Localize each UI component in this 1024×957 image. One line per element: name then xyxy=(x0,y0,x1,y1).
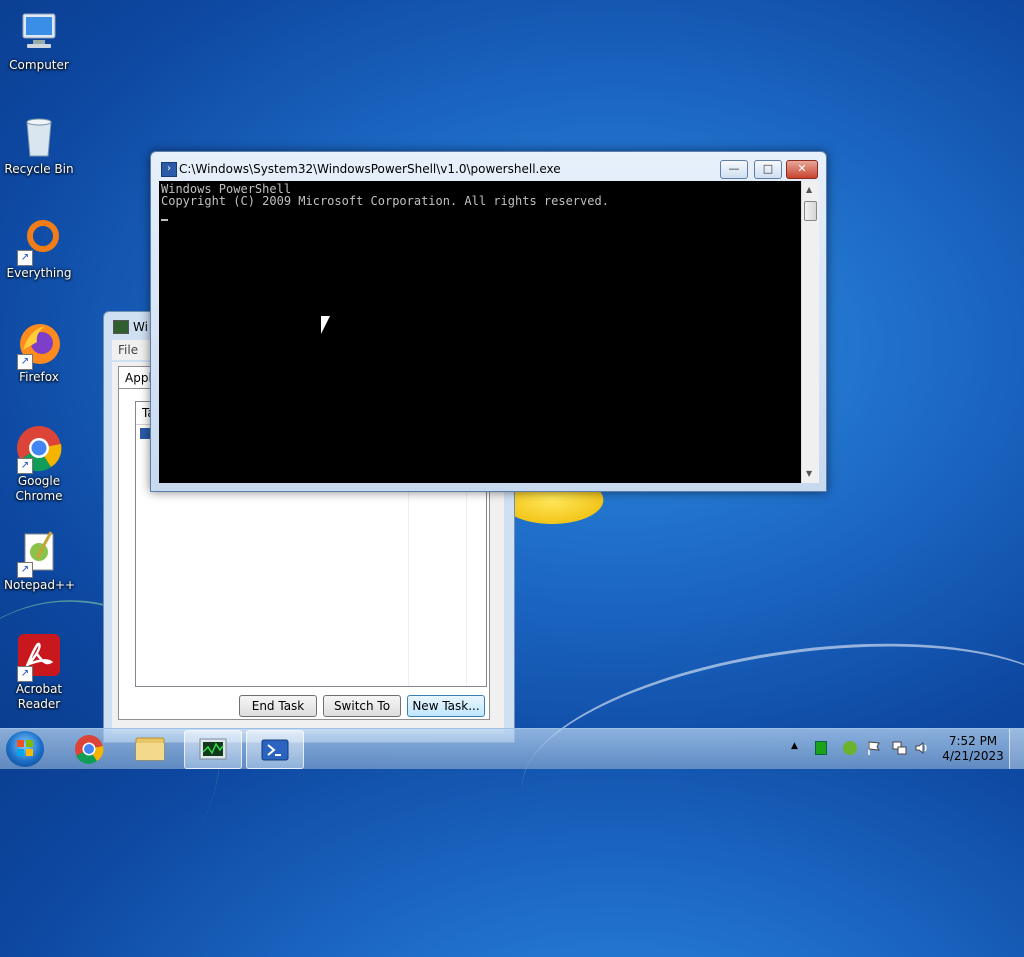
end-task-button[interactable]: End Task xyxy=(239,695,317,717)
task-manager-icon xyxy=(113,320,129,334)
recycle-bin-icon xyxy=(15,112,63,160)
tray-security-icon[interactable] xyxy=(843,741,857,755)
desktop-icon-label: Everything xyxy=(6,266,72,280)
console-line: Copyright (C) 2009 Microsoft Corporation… xyxy=(161,194,609,208)
shortcut-arrow-icon: ↗ xyxy=(17,562,33,578)
taskbar-task-manager[interactable] xyxy=(184,730,242,769)
desktop-icon-firefox[interactable]: ↗ Firefox xyxy=(4,320,74,385)
clock-date: 4/21/2023 xyxy=(942,749,1004,763)
desktop-icon-label: Notepad++ xyxy=(4,578,76,592)
tray-volume-icon[interactable] xyxy=(914,740,930,759)
shortcut-arrow-icon: ↗ xyxy=(17,666,33,682)
show-desktop-button[interactable] xyxy=(1009,729,1024,769)
tray-chevron-icon[interactable]: ▲ xyxy=(791,741,798,751)
maximize-button[interactable]: □ xyxy=(754,160,782,179)
shortcut-arrow-icon: ↗ xyxy=(17,458,33,474)
menu-file[interactable]: File xyxy=(118,343,138,357)
powershell-icon xyxy=(261,739,289,761)
chrome-icon: ↗ xyxy=(15,424,63,474)
notepadpp-icon: ↗ xyxy=(15,528,63,578)
scrollbar-thumb[interactable] xyxy=(804,201,817,221)
desktop-icon-label: Recycle Bin xyxy=(4,162,74,176)
acrobat-icon: ↗ xyxy=(15,632,63,682)
chrome-icon xyxy=(75,735,104,764)
scroll-down-arrow-icon[interactable]: ▼ xyxy=(806,469,812,478)
new-task-button[interactable]: New Task... xyxy=(407,695,485,717)
console-area[interactable]: Windows PowerShell Copyright (C) 2009 Mi… xyxy=(159,181,801,483)
clock-time: 7:52 PM xyxy=(948,734,998,748)
task-manager-icon xyxy=(199,738,227,760)
task-manager-title: Wi xyxy=(133,320,148,334)
taskbar: ▲ 7:52 PM 4/21/2023 xyxy=(0,728,1024,769)
start-button[interactable] xyxy=(6,731,44,767)
desktop-icon-label: Acrobat Reader xyxy=(15,682,63,711)
folder-icon xyxy=(135,737,165,761)
desktop-icon-computer[interactable]: Computer xyxy=(4,8,74,73)
desktop-icon-everything[interactable]: ↗ Everything xyxy=(4,216,74,281)
scroll-up-arrow-icon[interactable]: ▲ xyxy=(806,185,812,194)
powershell-title: C:\Windows\System32\WindowsPowerShell\v1… xyxy=(179,162,561,176)
firefox-icon: ↗ xyxy=(15,320,63,370)
tray-monitor-icon[interactable] xyxy=(815,741,827,755)
powershell-window[interactable]: › C:\Windows\System32\WindowsPowerShell\… xyxy=(150,151,827,492)
windows-logo-icon xyxy=(17,740,33,756)
tray-network-icon[interactable] xyxy=(891,740,907,759)
computer-icon xyxy=(15,8,63,56)
switch-to-button[interactable]: Switch To xyxy=(323,695,401,717)
everything-icon: ↗ xyxy=(15,216,63,266)
tray-flag-icon[interactable] xyxy=(866,740,882,759)
desktop-icon-notepadpp[interactable]: ↗ Notepad++ xyxy=(4,528,76,593)
text-cursor xyxy=(161,219,168,221)
desktop-icon-label: Google Chrome xyxy=(15,474,63,503)
desktop-icon-label: Firefox xyxy=(19,370,59,384)
shortcut-arrow-icon: ↗ xyxy=(17,250,33,266)
taskbar-clock[interactable]: 7:52 PM 4/21/2023 xyxy=(940,734,1006,764)
desktop-icon-chrome[interactable]: ↗ Google Chrome xyxy=(4,424,74,504)
shortcut-arrow-icon: ↗ xyxy=(17,354,33,370)
desktop-icon-acrobat[interactable]: ↗ Acrobat Reader xyxy=(4,632,74,712)
powershell-icon: › xyxy=(161,162,177,177)
taskbar-chrome[interactable] xyxy=(61,730,117,767)
mouse-cursor-icon xyxy=(321,316,330,334)
desktop-icon-label: Computer xyxy=(9,58,69,72)
taskbar-powershell[interactable] xyxy=(246,730,304,769)
vertical-scrollbar[interactable]: ▲ ▼ xyxy=(801,181,819,483)
taskbar-explorer[interactable] xyxy=(122,730,178,767)
desktop-icon-recycle-bin[interactable]: Recycle Bin xyxy=(4,112,74,177)
wallpaper-flower xyxy=(512,488,612,528)
minimize-button[interactable]: — xyxy=(720,160,748,179)
close-button[interactable]: ✕ xyxy=(786,160,818,179)
